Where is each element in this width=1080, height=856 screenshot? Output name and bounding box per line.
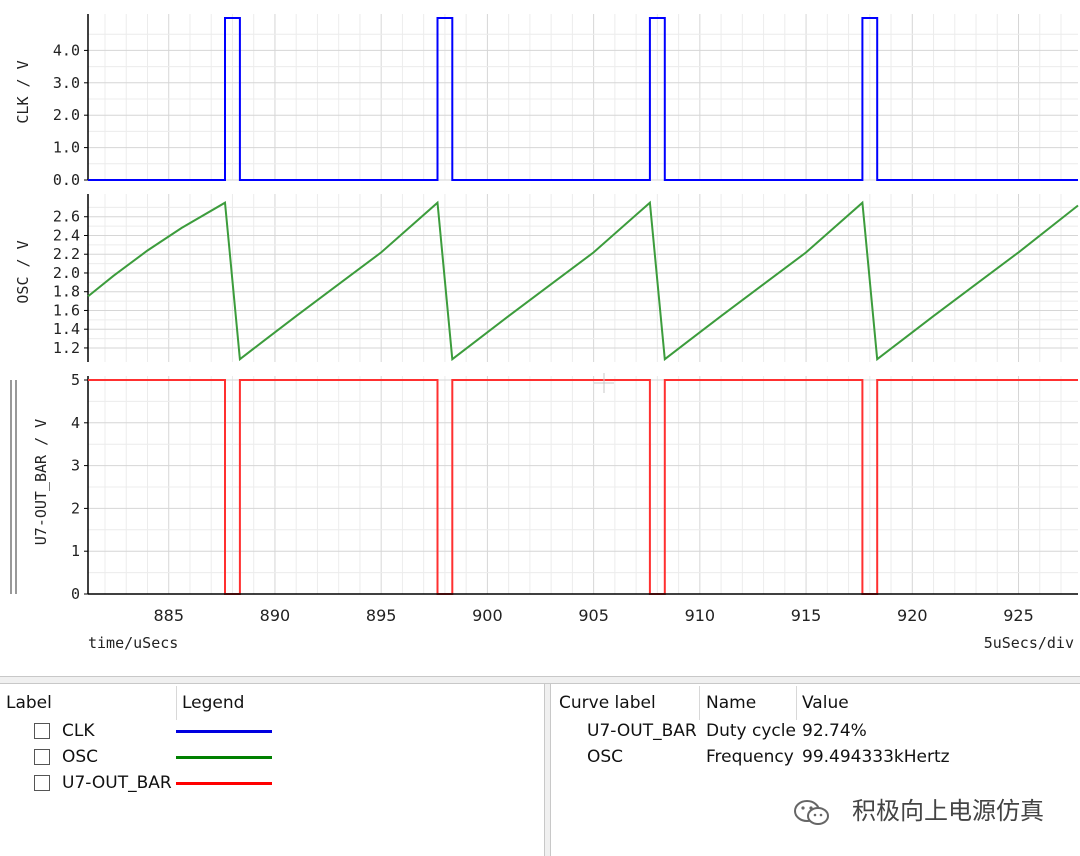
x-tick-label: 910 bbox=[685, 606, 716, 625]
y-tick-label: 0.0 bbox=[53, 171, 80, 189]
column-separator[interactable] bbox=[176, 686, 177, 720]
legend-row-osc[interactable]: OSC bbox=[0, 744, 300, 770]
y-tick-label: 2.6 bbox=[53, 208, 80, 226]
measurement-value: 92.74% bbox=[802, 721, 867, 741]
horizontal-splitter[interactable] bbox=[0, 676, 1080, 684]
curve-label-column-header[interactable]: Curve label bbox=[559, 690, 656, 716]
legend-label-u7-out-bar: U7-OUT_BAR bbox=[62, 773, 172, 793]
legend-label-osc: OSC bbox=[62, 747, 99, 767]
legend-swatch-u7-out-bar bbox=[176, 782, 272, 785]
legend-label-clk: CLK bbox=[62, 721, 95, 741]
y-tick-label: 4.0 bbox=[53, 41, 80, 59]
label-column-header[interactable]: Label bbox=[6, 690, 52, 716]
measurement-name: Frequency bbox=[706, 747, 794, 767]
x-tick-label: 890 bbox=[260, 606, 291, 625]
y-tick-label: 2.0 bbox=[53, 264, 80, 282]
measurement-row[interactable]: U7-OUT_BAR Duty cycle 92.74% bbox=[551, 718, 1071, 744]
y-tick-label: 1.8 bbox=[53, 283, 80, 301]
y-tick-label: 0 bbox=[71, 585, 80, 603]
value-column-header[interactable]: Value bbox=[802, 690, 849, 716]
waveform-plots[interactable]: 0.01.02.03.04.0CLK / V1.21.41.61.82.02.2… bbox=[0, 0, 1080, 676]
measurement-row[interactable]: OSC Frequency 99.494333kHertz bbox=[551, 744, 1071, 770]
measurement-value: 99.494333kHertz bbox=[802, 747, 950, 767]
x-tick-label: 900 bbox=[472, 606, 503, 625]
column-separator[interactable] bbox=[699, 686, 700, 720]
measurement-curve: OSC bbox=[587, 747, 624, 767]
y-tick-label: 1.0 bbox=[53, 139, 80, 157]
checkbox-u7-out-bar[interactable] bbox=[34, 775, 50, 791]
y-axis-label: OSC / V bbox=[14, 240, 32, 303]
measurement-name: Duty cycle bbox=[706, 721, 796, 741]
x-tick-label: 885 bbox=[153, 606, 184, 625]
y-tick-label: 1 bbox=[71, 542, 80, 560]
measurement-curve: U7-OUT_BAR bbox=[587, 721, 697, 741]
y-tick-label: 1.2 bbox=[53, 339, 80, 357]
checkbox-clk[interactable] bbox=[34, 723, 50, 739]
y-tick-label: 2.4 bbox=[53, 226, 80, 244]
y-tick-label: 4 bbox=[71, 414, 80, 432]
y-tick-label: 1.4 bbox=[53, 320, 80, 338]
x-div-label: 5uSecs/div bbox=[983, 634, 1074, 652]
checkbox-osc[interactable] bbox=[34, 749, 50, 765]
legend-row-clk[interactable]: CLK bbox=[0, 718, 300, 744]
wechat-icon bbox=[794, 800, 829, 825]
legend-row-u7-out-bar[interactable]: U7-OUT_BAR bbox=[0, 770, 300, 796]
measurement-panel: Curve label Name Value U7-OUT_BAR Duty c… bbox=[550, 684, 1080, 856]
x-tick-label: 920 bbox=[897, 606, 928, 625]
legend-swatch-osc bbox=[176, 756, 272, 759]
name-column-header[interactable]: Name bbox=[706, 690, 756, 716]
y-tick-label: 3 bbox=[71, 457, 80, 475]
watermark-text: 积极向上电源仿真 bbox=[852, 797, 1044, 825]
y-tick-label: 2.2 bbox=[53, 245, 80, 263]
y-tick-label: 1.6 bbox=[53, 301, 80, 319]
y-tick-label: 5 bbox=[71, 371, 80, 389]
x-tick-label: 925 bbox=[1003, 606, 1034, 625]
x-tick-label: 915 bbox=[791, 606, 822, 625]
column-separator[interactable] bbox=[796, 686, 797, 720]
y-tick-label: 2.0 bbox=[53, 106, 80, 124]
legend-column-header[interactable]: Legend bbox=[182, 690, 244, 716]
y-axis-label: CLK / V bbox=[14, 60, 32, 123]
y-axis-label: U7-OUT_BAR / V bbox=[32, 419, 50, 545]
legend-swatch-clk bbox=[176, 730, 272, 733]
x-tick-label: 905 bbox=[578, 606, 609, 625]
waveform-viewer[interactable]: 0.0 1.0 2.0 3.0 4.0 CLK / V 1.2 1.4 1.6 1.8 2.0 2.2… bbox=[0, 0, 1080, 676]
x-axis-label: time/uSecs bbox=[88, 634, 179, 652]
legend-panel: Label Legend CLK OSC U7-OUT_BAR bbox=[0, 684, 544, 856]
y-tick-label: 2 bbox=[71, 499, 80, 517]
y-tick-label: 3.0 bbox=[53, 74, 80, 92]
x-tick-label: 895 bbox=[366, 606, 397, 625]
